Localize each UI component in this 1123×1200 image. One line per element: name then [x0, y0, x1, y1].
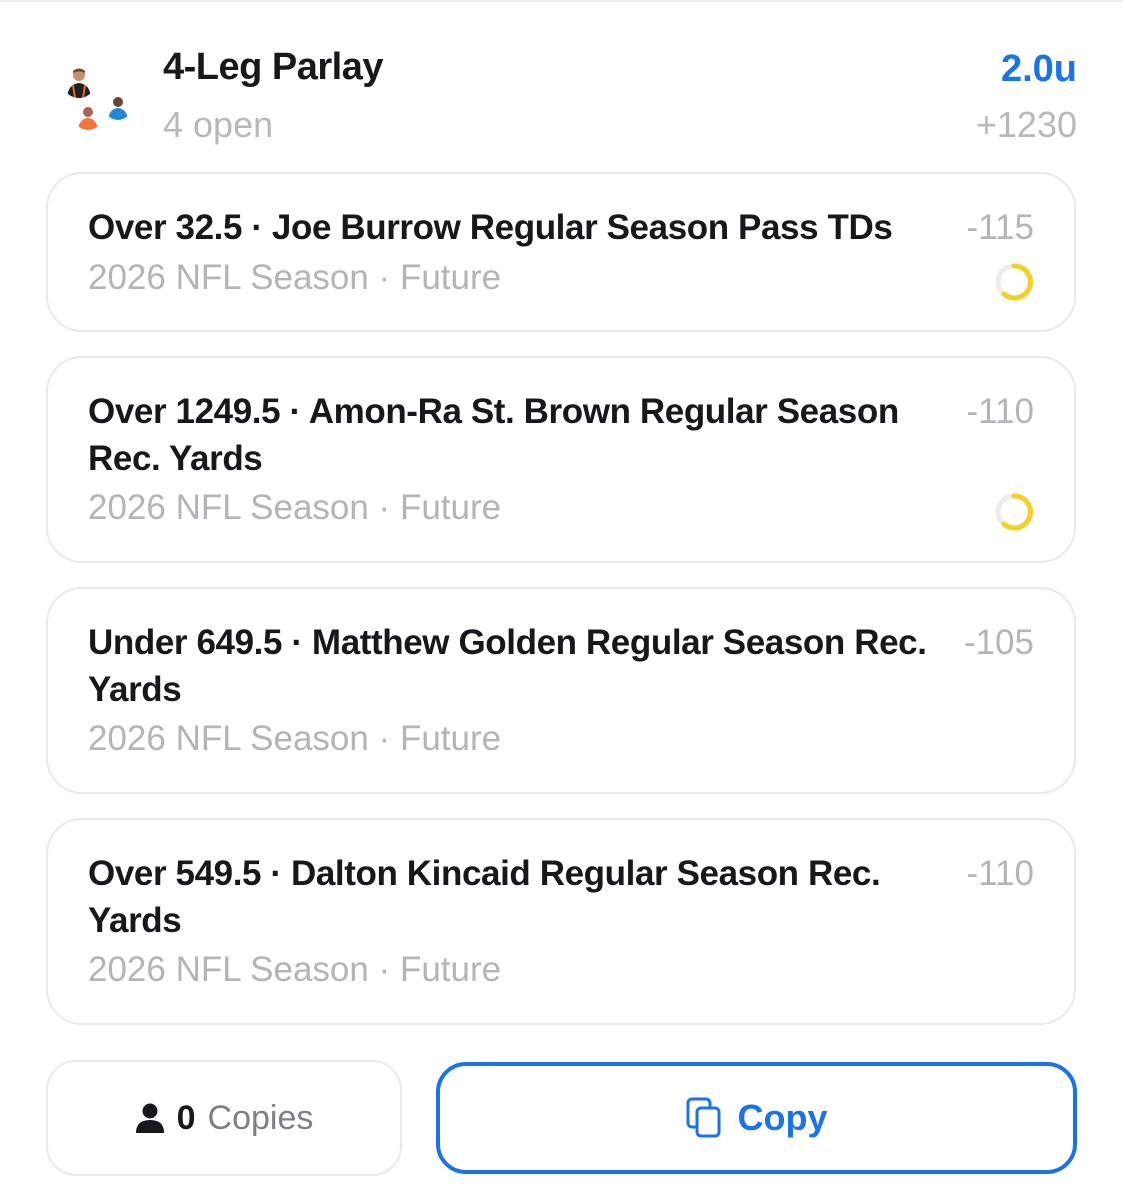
leg-card[interactable]: Under 649.5 · Matthew Golden Regular Sea… — [46, 587, 1076, 794]
copies-count: 0 — [176, 1098, 196, 1137]
leg-title: Over 32.5 · Joe Burrow Regular Season Pa… — [88, 208, 893, 247]
copy-icon — [686, 1097, 720, 1138]
player-avatar-3 — [104, 92, 132, 120]
player-avatars — [56, 60, 140, 136]
stake-units: 2.0u — [1000, 48, 1077, 90]
parlay-title: 4-Leg Parlay — [163, 46, 384, 88]
leg-card[interactable]: Over 1249.5 · Amon-Ra St. Brown Regular … — [46, 356, 1076, 563]
in-progress-ring-icon — [995, 263, 1034, 301]
in-progress-ring-icon — [995, 493, 1034, 531]
leg-odds: -105 — [963, 623, 1034, 662]
leg-title: Under 649.5 · Matthew Golden Regular Sea… — [88, 623, 927, 709]
copy-button-label: Copy — [737, 1097, 828, 1138]
leg-subtitle: 2026 NFL Season · Future — [88, 258, 502, 297]
copy-button[interactable]: Copy — [436, 1062, 1077, 1174]
open-legs-count: 4 open — [163, 104, 274, 145]
leg-card[interactable]: Over 549.5 · Dalton Kincaid Regular Seas… — [46, 818, 1076, 1025]
person-icon — [135, 1103, 164, 1133]
leg-title: Over 1249.5 · Amon-Ra St. Brown Regular … — [88, 392, 899, 478]
leg-title: Over 549.5 · Dalton Kincaid Regular Seas… — [88, 854, 881, 940]
leg-odds: -115 — [966, 208, 1034, 247]
copies-counter[interactable]: 0 Copies — [46, 1060, 402, 1176]
copies-label: Copies — [207, 1098, 314, 1137]
leg-odds: -110 — [966, 392, 1034, 431]
leg-card[interactable]: Over 32.5 · Joe Burrow Regular Season Pa… — [46, 172, 1076, 332]
leg-subtitle: 2026 NFL Season · Future — [88, 488, 502, 527]
player-avatar-1 — [62, 64, 96, 98]
parlay-odds: +1230 — [975, 104, 1077, 145]
leg-subtitle: 2026 NFL Season · Future — [88, 950, 502, 989]
leg-subtitle: 2026 NFL Season · Future — [88, 719, 502, 758]
parlay-header[interactable]: 4-Leg Parlay 4 open 2.0u +1230 — [0, 0, 1123, 160]
player-avatar-2 — [74, 102, 102, 130]
leg-odds: -110 — [966, 854, 1034, 893]
